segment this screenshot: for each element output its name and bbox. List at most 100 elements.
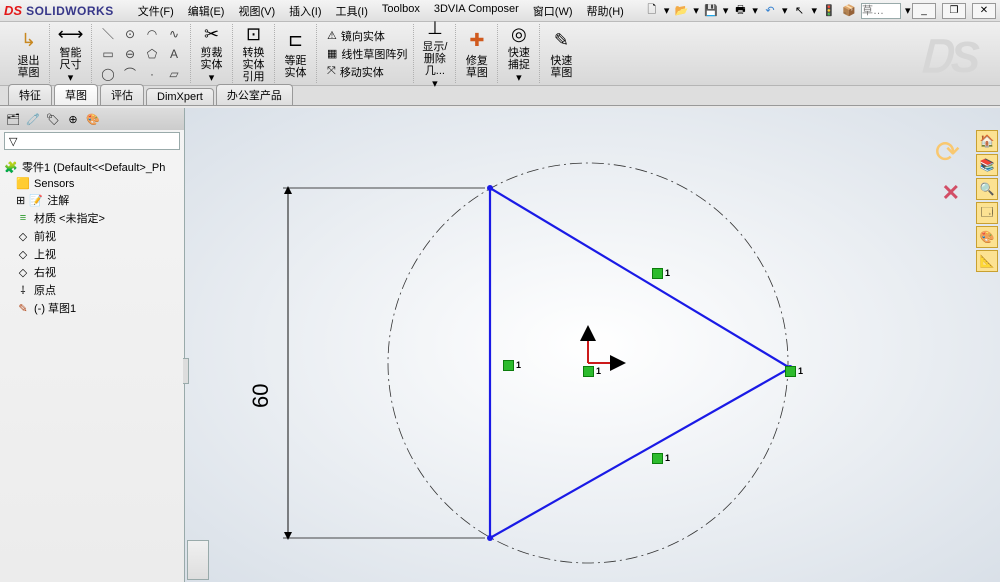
- exit-sketch-button[interactable]: ↳ 退出草图: [8, 24, 50, 83]
- window-close-button[interactable]: ✕: [972, 3, 996, 19]
- display-manager-tab-icon[interactable]: 🎨: [84, 110, 102, 128]
- confirm-corner-ok-icon[interactable]: ⟳: [935, 135, 960, 170]
- sensors-icon: 🟨: [16, 177, 30, 190]
- rectangle-icon[interactable]: ▭: [98, 45, 118, 63]
- sketch-graphics: [185, 108, 1000, 582]
- relation-marker[interactable]: [785, 366, 796, 377]
- graphics-area[interactable]: 60: [185, 108, 1000, 582]
- repair-sketch-button[interactable]: ✚ 修复草图: [456, 24, 498, 83]
- linear-pattern-button[interactable]: ▦线性草图阵列: [327, 46, 407, 62]
- circle-icon[interactable]: ⊙: [120, 25, 140, 43]
- qat-rebuild-icon[interactable]: 🚦: [821, 3, 837, 19]
- tree-origin[interactable]: ⸸ 原点: [2, 281, 182, 299]
- menu-view[interactable]: 视图(V): [232, 1, 281, 21]
- smart-dimension-button[interactable]: ⟷ 智能尺寸 ▾: [50, 24, 92, 83]
- menu-window[interactable]: 窗口(W): [527, 1, 579, 21]
- tree-front-plane[interactable]: ◇ 前视: [2, 227, 182, 245]
- tree-root[interactable]: 🧩 零件1 (Default<<Default>_Ph: [2, 158, 182, 176]
- expand-icon[interactable]: ⊞: [16, 194, 25, 207]
- quick-snaps-button[interactable]: ◎ 快速捕捉 ▾: [498, 24, 540, 83]
- offset-icon: ⊏: [288, 29, 303, 53]
- tab-sketch[interactable]: 草图: [54, 84, 98, 105]
- plane-icon: ◇: [16, 230, 30, 243]
- tree-material[interactable]: ≡ 材质 <未指定>: [2, 209, 182, 227]
- command-tabs: 特征 草图 评估 DimXpert 办公室产品: [0, 86, 1000, 106]
- qat-search-input[interactable]: [861, 3, 901, 19]
- menu-edit[interactable]: 编辑(E): [182, 1, 231, 21]
- tree-top-plane[interactable]: ◇ 上视: [2, 245, 182, 263]
- logo-icon: DS: [4, 3, 22, 18]
- qat-save-icon[interactable]: 💾: [703, 3, 719, 19]
- tree-annotations[interactable]: ⊞ 📝 注解: [2, 191, 182, 209]
- menu-help[interactable]: 帮助(H): [581, 1, 630, 21]
- qat-select-icon[interactable]: ↖: [791, 3, 807, 19]
- window-minimize-button[interactable]: _: [912, 3, 936, 19]
- repair-icon: ✚: [469, 29, 484, 53]
- ellipse-icon[interactable]: ◯: [98, 65, 118, 83]
- tree-sketch1[interactable]: ✎ (-) 草图1: [2, 299, 182, 317]
- split-bar-handle[interactable]: [183, 358, 189, 384]
- dropdown-icon: ▾: [209, 71, 215, 84]
- taskpane-palette-icon[interactable]: 🗔: [976, 202, 998, 224]
- tab-features[interactable]: 特征: [8, 84, 52, 105]
- window-maximize-button[interactable]: ❐: [942, 3, 966, 19]
- relation-marker[interactable]: [503, 360, 514, 371]
- qat-new-icon[interactable]: 🗋: [644, 3, 660, 19]
- configuration-tab-icon[interactable]: 🏷: [44, 110, 62, 128]
- tab-evaluate[interactable]: 评估: [100, 84, 144, 105]
- text-icon[interactable]: A: [164, 45, 184, 63]
- taskpane-explorer-icon[interactable]: 🔍: [976, 178, 998, 200]
- line-icon[interactable]: ＼: [98, 25, 118, 43]
- menu-file[interactable]: 文件(F): [132, 1, 180, 21]
- convert-entities-button[interactable]: ⊡ 转换实体引用: [233, 24, 275, 83]
- feature-filter: [4, 132, 180, 152]
- tree-sensors[interactable]: 🟨 Sensors: [2, 176, 182, 191]
- taskpane-appearances-icon[interactable]: 🎨: [976, 226, 998, 248]
- offset-entities-button[interactable]: ⊏ 等距实体: [275, 24, 317, 83]
- app-name: SOLIDWORKS: [26, 4, 114, 18]
- rapid-sketch-button[interactable]: ✎ 快速草图: [540, 24, 582, 83]
- spline-icon[interactable]: ∿: [164, 25, 184, 43]
- point-icon[interactable]: ·: [142, 65, 162, 83]
- feature-manager-panel: 🗂 🧷 🏷 ⊕ 🎨 🧩 零件1 (Default<<Default>_Ph 🟨 …: [0, 108, 185, 582]
- menu-tools[interactable]: 工具(I): [330, 1, 374, 21]
- qat-undo-icon[interactable]: ↶: [762, 3, 778, 19]
- relation-marker[interactable]: [652, 268, 663, 279]
- qat-options-icon[interactable]: 📦: [841, 3, 857, 19]
- relation-marker[interactable]: [652, 453, 663, 464]
- property-manager-tab-icon[interactable]: 🧷: [24, 110, 42, 128]
- feature-filter-input[interactable]: [4, 132, 180, 150]
- tab-dimxpert[interactable]: DimXpert: [146, 88, 214, 105]
- tab-office[interactable]: 办公室产品: [216, 84, 293, 105]
- polygon-icon[interactable]: ⬠: [142, 45, 162, 63]
- titlebar: DS SOLIDWORKS 文件(F) 编辑(E) 视图(V) 插入(I) 工具…: [0, 0, 1000, 22]
- arc-icon[interactable]: ◠: [142, 25, 162, 43]
- app-logo: DS SOLIDWORKS: [4, 3, 114, 18]
- dropdown-icon: ▾: [68, 71, 74, 84]
- taskpane-resources-icon[interactable]: 🏠: [976, 130, 998, 152]
- trim-button[interactable]: ✂ 剪裁实体 ▾: [191, 24, 233, 83]
- move-entities-button[interactable]: ⤧移动实体: [327, 64, 407, 80]
- tree-right-plane[interactable]: ◇ 右视: [2, 263, 182, 281]
- motion-study-tab[interactable]: [187, 540, 209, 580]
- confirm-corner-cancel-icon[interactable]: ✕: [942, 180, 960, 206]
- slot-icon[interactable]: ⊖: [120, 45, 140, 63]
- taskpane-library-icon[interactable]: 📚: [976, 154, 998, 176]
- taskpane-custom-icon[interactable]: 📐: [976, 250, 998, 272]
- menu-toolbox[interactable]: Toolbox: [376, 1, 426, 21]
- display-delete-button[interactable]: ⊥ 显示/删除几... ▾: [414, 24, 456, 83]
- main-area: 🗂 🧷 🏷 ⊕ 🎨 🧩 零件1 (Default<<Default>_Ph 🟨 …: [0, 108, 1000, 582]
- feature-tree-tab-icon[interactable]: 🗂: [4, 110, 22, 128]
- relation-marker[interactable]: [583, 366, 594, 377]
- mirror-icon: ⚠: [327, 29, 337, 42]
- qat-open-icon[interactable]: 📂: [673, 3, 689, 19]
- qat-print-icon[interactable]: 🖶: [732, 3, 748, 19]
- task-pane-tabs: 🏠 📚 🔍 🗔 🎨 📐: [976, 130, 998, 272]
- mirror-button[interactable]: ⚠镜向实体: [327, 28, 407, 44]
- fillet-icon[interactable]: ⌒: [120, 65, 140, 83]
- plane-icon[interactable]: ▱: [164, 65, 184, 83]
- menu-insert[interactable]: 插入(I): [283, 1, 327, 21]
- dimxpert-tab-icon[interactable]: ⊕: [64, 110, 82, 128]
- material-icon: ≡: [16, 212, 30, 224]
- dimension-value[interactable]: 60: [248, 384, 274, 408]
